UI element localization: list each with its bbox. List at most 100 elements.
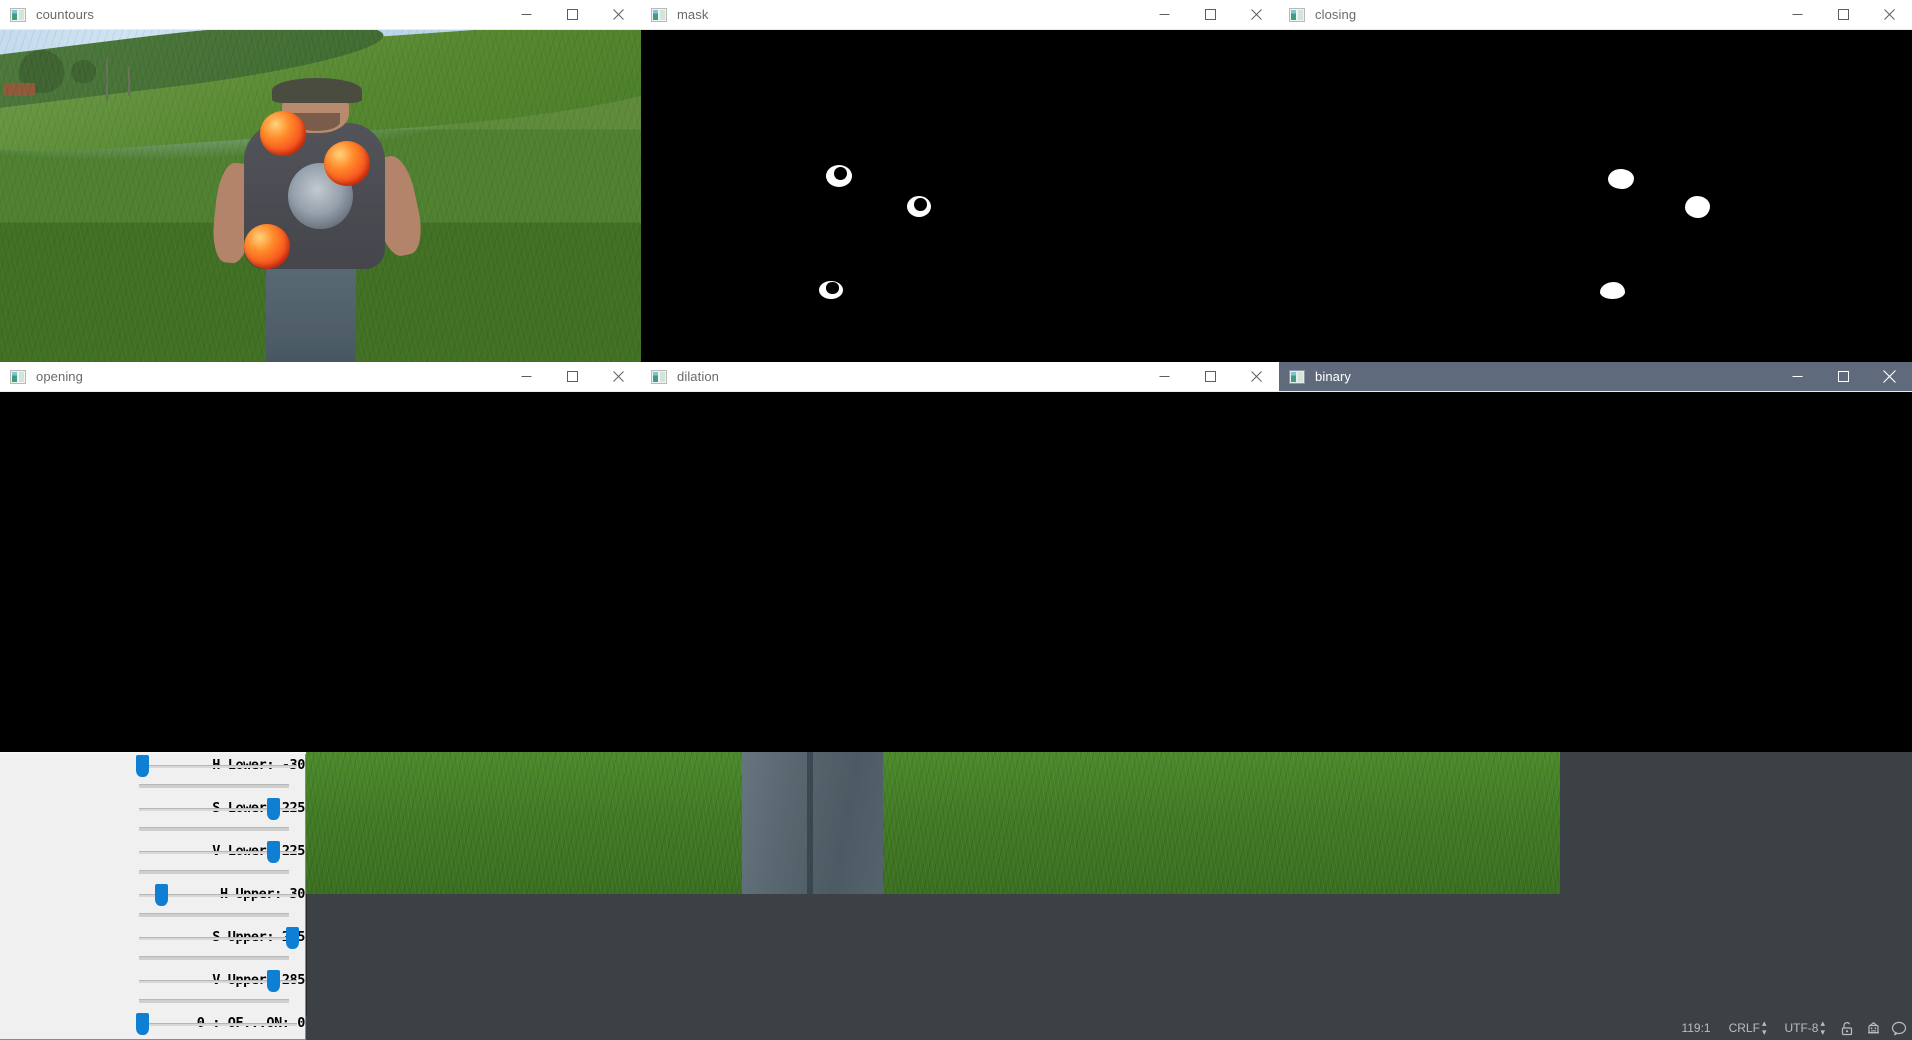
trackbar-separator [139, 870, 289, 874]
trackbar-track-off-on[interactable] [139, 1023, 297, 1026]
trackbar-thumb-h-lower[interactable] [136, 755, 149, 777]
video-frame-juggler [0, 30, 641, 362]
image-window-icon [1289, 370, 1305, 384]
image-window-icon [1289, 8, 1305, 22]
trackbar-separator [139, 784, 289, 788]
juggler-legs [742, 750, 882, 894]
minimize-button-mask[interactable] [1141, 0, 1187, 30]
trackbar-row-h-upper[interactable]: H Upper: 30 [0, 883, 305, 926]
window-closing[interactable]: closing [1279, 0, 1912, 362]
trackbar-row-v-upper[interactable]: V Upper: 285 [0, 969, 305, 1012]
robot-icon[interactable] [1860, 1016, 1886, 1040]
lock-icon[interactable] [1834, 1016, 1860, 1040]
trackbar-row-off-on[interactable]: 0 : OF...ON: 0 [0, 1012, 305, 1040]
maximize-button-binary[interactable] [1820, 362, 1866, 392]
titlebar-binary[interactable]: binary [1279, 362, 1912, 392]
window-dilation[interactable]: dilation [641, 362, 1279, 752]
titlebar-mask[interactable]: mask [641, 0, 1279, 30]
juggler-cap [272, 78, 362, 103]
trackbar-row-h-lower[interactable]: H Lower: -30 [0, 754, 305, 797]
titlebar-dilation[interactable]: dilation [641, 362, 1279, 392]
mask-blob [826, 165, 852, 187]
canvas-opening[interactable] [0, 392, 641, 752]
desktop-root: countours [0, 0, 1912, 1040]
trackbar-slider-v-upper[interactable] [139, 969, 297, 995]
trackbar-slider-h-upper[interactable] [139, 883, 297, 909]
video-strip-preview [306, 750, 1560, 894]
window-controls-opening [503, 362, 641, 392]
trackbar-track-h-lower[interactable] [139, 765, 297, 768]
trackbar-track-s-upper[interactable] [139, 937, 297, 940]
juggling-ball [324, 141, 370, 186]
window-title-closing: closing [1315, 7, 1774, 22]
trackbar-thumb-h-upper[interactable] [155, 884, 168, 906]
trackbar-row-s-upper[interactable]: S Upper: 285 [0, 926, 305, 969]
trackbar-thumb-s-upper[interactable] [286, 927, 299, 949]
window-mask[interactable]: mask [641, 0, 1279, 362]
line-ending-selector[interactable]: CRLF ▴▾ [1720, 1019, 1776, 1037]
speech-bubble-icon[interactable] [1886, 1016, 1912, 1040]
close-button-dilation[interactable] [1233, 362, 1279, 392]
minimize-button-dilation[interactable] [1141, 362, 1187, 392]
juggling-ball [244, 224, 290, 269]
close-button-countours[interactable] [595, 0, 641, 30]
trackbar-row-v-lower[interactable]: V Lower: 225 [0, 840, 305, 883]
canvas-countours[interactable] [0, 30, 641, 362]
maximize-button-countours[interactable] [549, 0, 595, 30]
canvas-mask[interactable] [641, 30, 1279, 362]
window-title-mask: mask [677, 7, 1141, 22]
trackbar-separator [139, 999, 289, 1003]
line-ending-label: CRLF [1729, 1021, 1760, 1035]
maximize-button-closing[interactable] [1820, 0, 1866, 30]
close-button-binary[interactable] [1866, 362, 1912, 392]
canvas-binary[interactable] [1279, 392, 1912, 752]
trackbar-panel[interactable]: H Lower: -30S Lower: 225V Lower: 225H Up… [0, 754, 306, 1040]
trackbar-thumb-off-on[interactable] [136, 1013, 149, 1035]
image-window-icon [651, 370, 667, 384]
minimize-button-closing[interactable] [1774, 0, 1820, 30]
window-controls-dilation [1141, 362, 1279, 392]
window-opening[interactable]: opening [0, 362, 641, 752]
cursor-position[interactable]: 119:1 [1672, 1021, 1719, 1035]
window-controls-closing [1774, 0, 1912, 30]
mask-blob [1608, 169, 1634, 189]
trackbar-separator [139, 827, 289, 831]
maximize-button-dilation[interactable] [1187, 362, 1233, 392]
encoding-selector[interactable]: UTF-8 ▴▾ [1775, 1019, 1834, 1037]
mask-blob [907, 196, 931, 217]
mask-blob [1600, 282, 1625, 299]
trackbar-row-s-lower[interactable]: S Lower: 225 [0, 797, 305, 840]
trackbar-slider-off-on[interactable] [139, 1012, 297, 1038]
window-title-opening: opening [36, 369, 503, 384]
trackbar-thumb-v-upper[interactable] [267, 970, 280, 992]
minimize-button-binary[interactable] [1774, 362, 1820, 392]
trackbar-thumb-v-lower[interactable] [267, 841, 280, 863]
titlebar-closing[interactable]: closing [1279, 0, 1912, 30]
encoding-label: UTF-8 [1784, 1021, 1818, 1035]
close-button-mask[interactable] [1233, 0, 1279, 30]
window-countours[interactable]: countours [0, 0, 641, 362]
window-binary[interactable]: binary [1279, 362, 1912, 752]
trackbar-separator [139, 956, 289, 960]
trackbar-slider-v-lower[interactable] [139, 840, 297, 866]
window-title-countours: countours [36, 7, 503, 22]
mask-blob [1685, 196, 1710, 218]
minimize-button-opening[interactable] [503, 362, 549, 392]
close-button-opening[interactable] [595, 362, 641, 392]
trackbar-slider-s-lower[interactable] [139, 797, 297, 823]
image-window-icon [10, 370, 26, 384]
mask-blob [819, 281, 843, 299]
maximize-button-mask[interactable] [1187, 0, 1233, 30]
trackbar-thumb-s-lower[interactable] [267, 798, 280, 820]
trackbar-slider-s-upper[interactable] [139, 926, 297, 952]
canvas-closing[interactable] [1279, 30, 1912, 362]
trackbar-slider-h-lower[interactable] [139, 754, 297, 780]
titlebar-countours[interactable]: countours [0, 0, 641, 30]
trackbar-separator [139, 913, 289, 917]
maximize-button-opening[interactable] [549, 362, 595, 392]
window-controls-binary [1774, 362, 1912, 392]
minimize-button-countours[interactable] [503, 0, 549, 30]
canvas-dilation[interactable] [641, 392, 1279, 752]
titlebar-opening[interactable]: opening [0, 362, 641, 392]
close-button-closing[interactable] [1866, 0, 1912, 30]
